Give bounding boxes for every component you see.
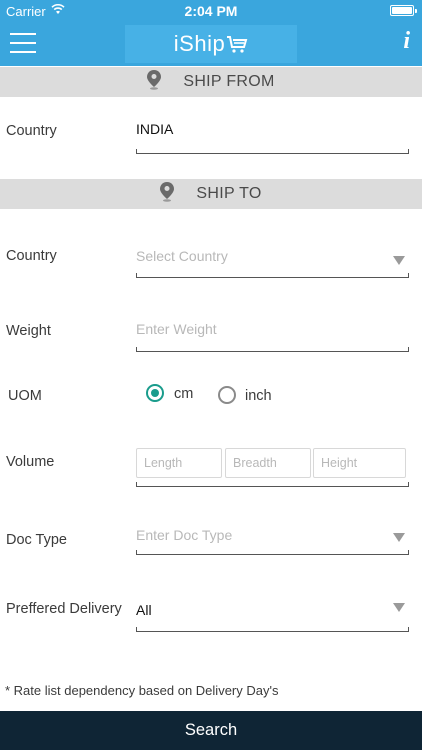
to-country-label: Country [6, 248, 57, 264]
ship-from-header: SHIP FROM [0, 67, 422, 97]
weight-input[interactable]: Enter Weight [136, 321, 217, 337]
ship-from-title: SHIP FROM [183, 73, 275, 90]
chevron-down-icon[interactable] [393, 603, 405, 612]
delivery-label: Preffered Delivery [6, 601, 122, 617]
ship-to-title: SHIP TO [196, 185, 262, 202]
battery-icon [390, 5, 417, 16]
location-pin-icon [147, 70, 162, 95]
breadth-input[interactable]: Breadth [225, 448, 311, 478]
rate-note: * Rate list dependency based on Delivery… [5, 683, 279, 698]
length-input[interactable]: Length [136, 448, 222, 478]
search-button[interactable]: Search [0, 711, 422, 750]
from-country-label: Country [6, 123, 57, 139]
uom-inch-label[interactable]: inch [245, 388, 272, 404]
cart-icon [226, 34, 248, 59]
to-country-select[interactable]: Select Country [136, 248, 228, 264]
volume-underline [136, 482, 409, 487]
uom-cm-label[interactable]: cm [174, 386, 193, 402]
uom-inch-radio[interactable] [218, 386, 236, 404]
height-input[interactable]: Height [313, 448, 406, 478]
chevron-down-icon[interactable] [393, 533, 405, 542]
chevron-down-icon[interactable] [393, 256, 405, 265]
uom-cm-radio[interactable] [146, 384, 164, 402]
status-bar: Carrier 2:04 PM [0, 0, 422, 22]
delivery-select[interactable]: All [136, 602, 152, 618]
doc-type-label: Doc Type [6, 532, 67, 548]
status-time: 2:04 PM [184, 3, 238, 19]
from-country-underline [136, 149, 409, 154]
from-country-value[interactable]: INDIA [136, 121, 173, 137]
to-country-underline [136, 273, 409, 278]
nav-bar: iShip i [0, 22, 422, 66]
volume-label: Volume [6, 454, 55, 470]
app-logo: iShip [125, 25, 297, 63]
doc-type-underline [136, 550, 409, 555]
uom-label: UOM [8, 388, 42, 404]
ship-to-header: SHIP TO [0, 179, 422, 209]
delivery-underline [136, 627, 409, 632]
logo-text: iShip [173, 31, 226, 56]
weight-label: Weight [6, 323, 51, 339]
menu-icon[interactable] [10, 31, 36, 55]
location-pin-icon [160, 182, 175, 207]
doc-type-select[interactable]: Enter Doc Type [136, 527, 232, 543]
weight-underline [136, 347, 409, 352]
info-icon[interactable]: i [403, 28, 410, 55]
